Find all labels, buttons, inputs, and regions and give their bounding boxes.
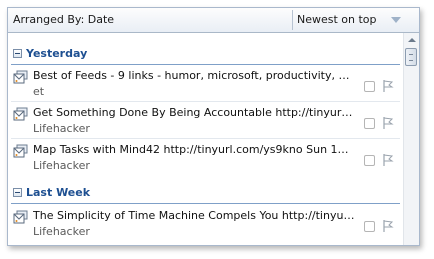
category-checkbox[interactable]	[364, 81, 375, 92]
message-sender: Lifehacker	[33, 122, 90, 135]
flag-icon[interactable]	[381, 153, 395, 167]
category-checkbox[interactable]	[364, 118, 375, 129]
list-item[interactable]: Best of Feeds - 9 links - humor, microso…	[8, 66, 403, 102]
message-sender: Lifehacker	[33, 225, 90, 238]
vertical-scrollbar[interactable]	[403, 33, 419, 245]
group-divider	[11, 203, 400, 204]
message-sender: Lifehacker	[33, 159, 90, 172]
chevron-down-icon	[391, 17, 401, 23]
group-label: Last Week	[26, 186, 91, 199]
group-label: Yesterday	[26, 47, 88, 60]
list-header: Arranged By: Date Newest on top	[8, 8, 419, 33]
message-sender: et	[33, 85, 45, 98]
arranged-by-button[interactable]: Arranged By: Date	[13, 12, 114, 28]
list-item[interactable]: The Simplicity of Time Machine Compels Y…	[8, 206, 403, 242]
row-divider	[11, 138, 400, 139]
collapse-minus-icon[interactable]	[13, 49, 22, 58]
rss-envelope-icon	[13, 144, 28, 158]
flag-icon[interactable]	[381, 116, 395, 130]
flag-icon[interactable]	[381, 79, 395, 93]
list-item[interactable]: Get Something Done By Being Accountable …	[8, 103, 403, 139]
group-header-last-week[interactable]: Last Week	[8, 182, 403, 204]
collapse-minus-icon[interactable]	[13, 188, 22, 197]
message-subject: Best of Feeds - 9 links - humor, microso…	[33, 69, 355, 82]
category-checkbox[interactable]	[364, 221, 375, 232]
group-header-yesterday[interactable]: Yesterday	[8, 43, 403, 65]
group-divider	[11, 64, 400, 65]
sort-order-button[interactable]: Newest on top	[293, 8, 402, 32]
rss-envelope-icon	[13, 210, 28, 224]
category-checkbox[interactable]	[364, 155, 375, 166]
message-subject: The Simplicity of Time Machine Compels Y…	[33, 209, 355, 222]
message-subject: Get Something Done By Being Accountable …	[33, 106, 355, 119]
message-list: Yesterday Best of Feeds - 9 links - humo…	[8, 33, 403, 245]
message-subject: Map Tasks with Mind42 http://tinyurl.com…	[33, 143, 355, 156]
list-item[interactable]: Map Tasks with Mind42 http://tinyurl.com…	[8, 140, 403, 176]
row-divider	[11, 101, 400, 102]
rss-envelope-icon	[13, 107, 28, 121]
rss-envelope-icon	[13, 70, 28, 84]
message-list-pane: Arranged By: Date Newest on top Yesterda…	[7, 7, 420, 246]
flag-icon[interactable]	[381, 219, 395, 233]
scroll-up-arrow-icon[interactable]	[404, 33, 419, 47]
scrollbar-thumb[interactable]	[405, 48, 417, 66]
sort-order-label: Newest on top	[297, 13, 377, 26]
